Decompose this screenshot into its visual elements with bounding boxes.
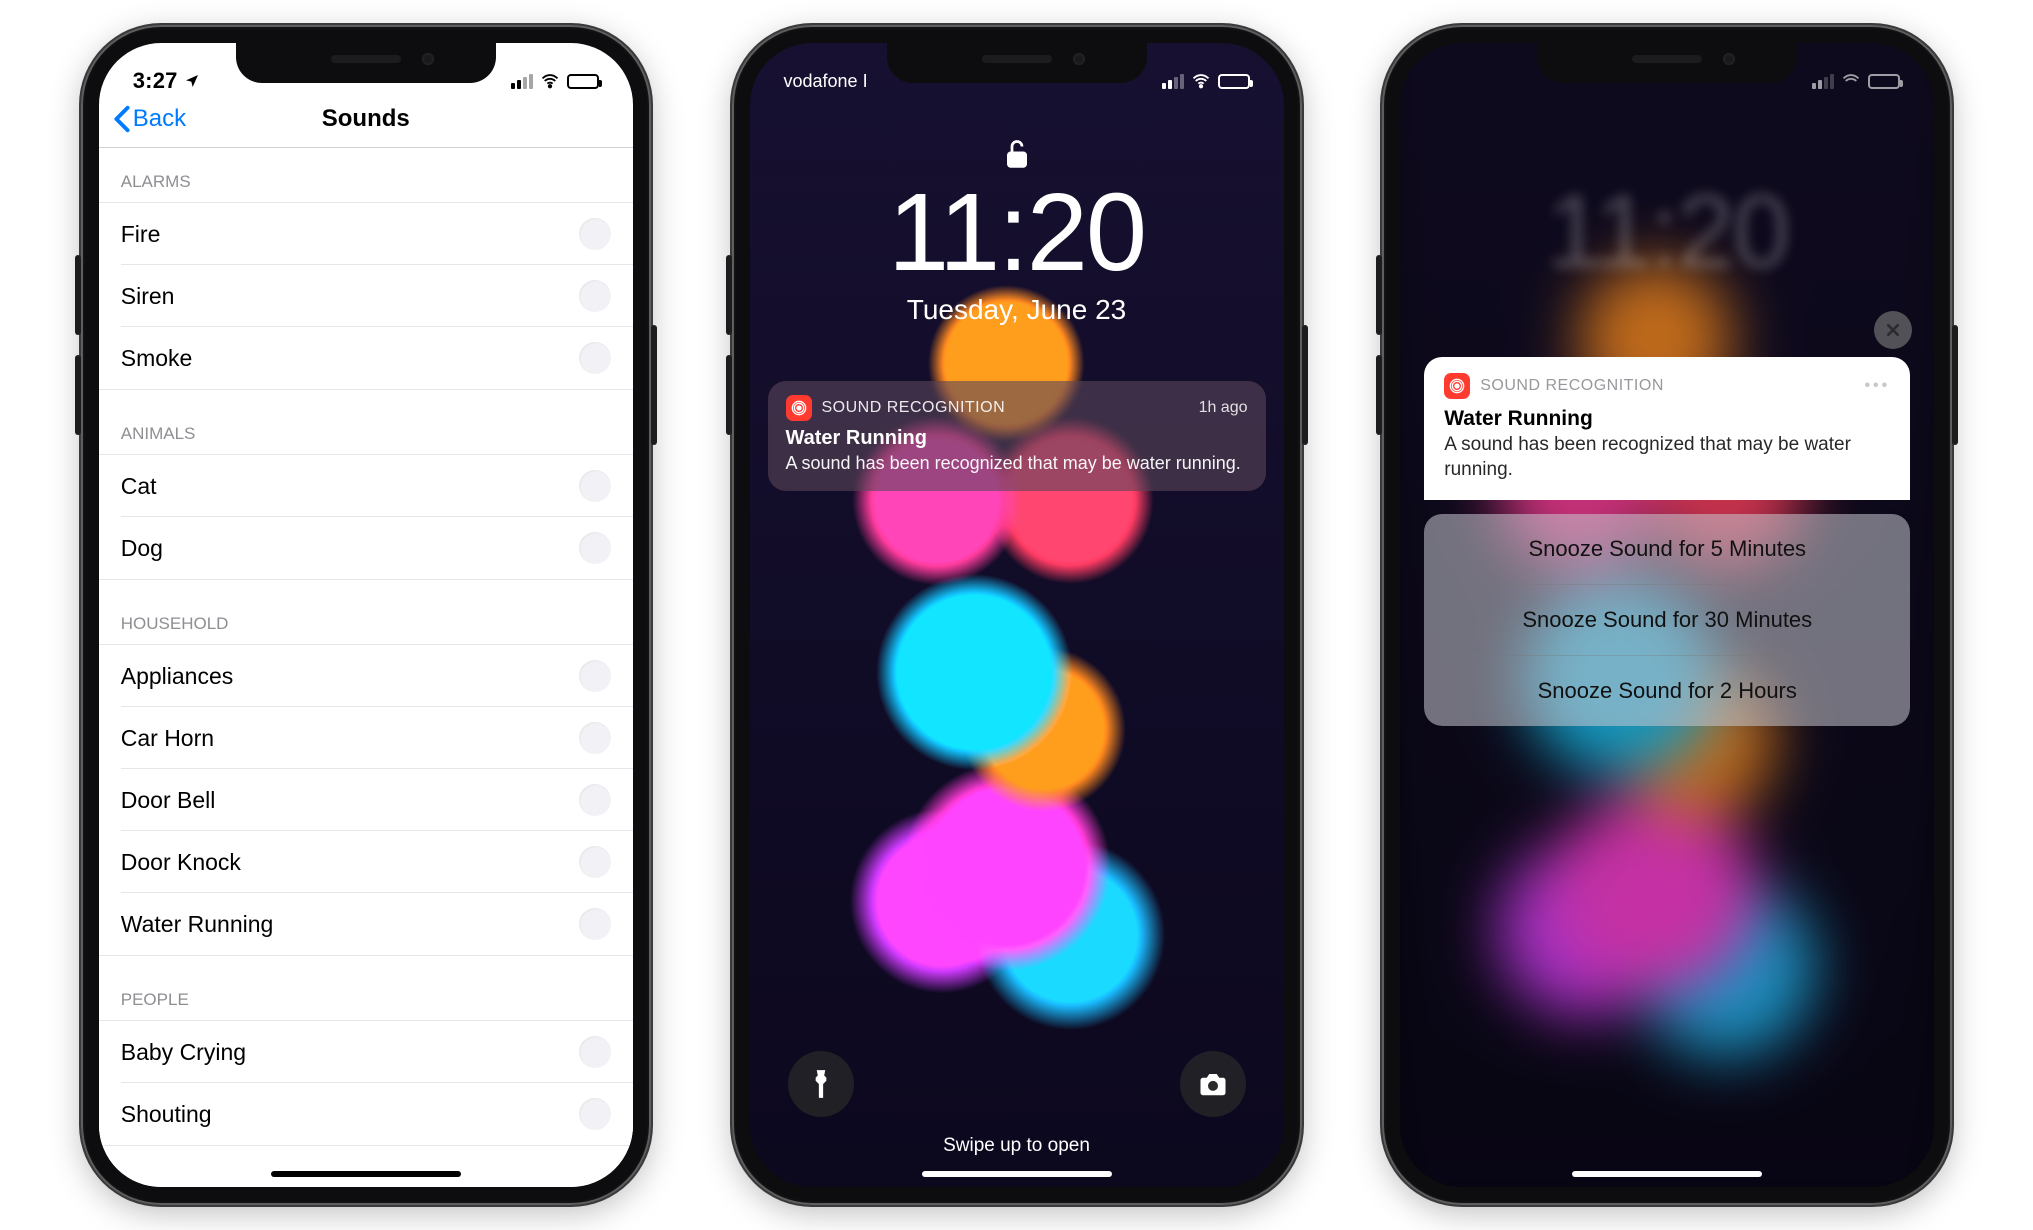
sound-row-siren[interactable]: Siren [99,265,633,327]
carrier-label: vodafone I [784,71,868,92]
wifi-icon [539,72,561,90]
notch [887,43,1147,83]
home-indicator[interactable] [271,1171,461,1177]
settings-list[interactable]: ALARMS Fire Siren Smoke ANIMALS Cat Dog … [99,148,633,1187]
radio-unselected[interactable] [579,784,611,816]
notification-timestamp: 1h ago [1199,399,1248,417]
radio-unselected[interactable] [579,532,611,564]
sound-row-door-knock[interactable]: Door Knock [99,831,633,893]
radio-unselected[interactable] [579,470,611,502]
notch [1537,43,1797,83]
radio-unselected[interactable] [579,280,611,312]
section-header-people: PEOPLE [99,956,633,1020]
notification-app-name: SOUND RECOGNITION [822,399,1006,417]
wifi-icon [1840,72,1862,90]
battery-icon [1868,74,1900,89]
notification-title: Water Running [786,427,1248,450]
phone-frame-notification-expanded: 11:20 SOUND RECOGNITION ••• Water Runnin… [1382,25,1952,1205]
cell-signal-icon [511,74,533,89]
sound-row-dog[interactable]: Dog [99,517,633,579]
phone-frame-lockscreen: vodafone I 11:20 Tuesday, June 23 [732,25,1302,1205]
cell-signal-icon [1162,74,1184,89]
section-header-alarms: ALARMS [99,148,633,202]
lock-time-background: 11:20 [1400,173,1934,292]
swipe-hint: Swipe up to open [943,1135,1090,1157]
section-header-household: HOUSEHOLD [99,580,633,644]
location-icon [184,73,200,89]
sound-row-baby-crying[interactable]: Baby Crying [99,1021,633,1083]
radio-unselected[interactable] [579,342,611,374]
snooze-2-hours-button[interactable]: Snooze Sound for 2 Hours [1424,656,1910,726]
radio-unselected[interactable] [579,722,611,754]
notification-header: SOUND RECOGNITION 1h ago [786,395,1248,421]
notification-expanded: SOUND RECOGNITION ••• Water Running A so… [1424,357,1910,726]
lock-actions [750,1051,1284,1117]
back-button[interactable]: Back [113,105,186,133]
notification-app-name: SOUND RECOGNITION [1480,377,1664,395]
close-button[interactable] [1874,311,1912,349]
screen-lockscreen: vodafone I 11:20 Tuesday, June 23 [750,43,1284,1187]
section-header-animals: ANIMALS [99,390,633,454]
lock-time: 11:20 [888,178,1145,288]
camera-button[interactable] [1180,1051,1246,1117]
cell-signal-icon [1812,74,1834,89]
sound-row-cat[interactable]: Cat [99,455,633,517]
notification-body: A sound has been recognized that may be … [786,452,1248,475]
lock-center: 11:20 Tuesday, June 23 [750,43,1284,1187]
snooze-5-min-button[interactable]: Snooze Sound for 5 Minutes [1424,514,1910,585]
notch [236,43,496,83]
screen-notification-expanded: 11:20 SOUND RECOGNITION ••• Water Runnin… [1400,43,1934,1187]
notification-title: Water Running [1444,407,1890,431]
radio-unselected[interactable] [579,908,611,940]
status-time: 3:27 [133,68,178,94]
page-title: Sounds [322,105,410,133]
sound-recognition-app-icon [1444,373,1470,399]
wifi-icon [1190,72,1212,90]
sound-row-fire[interactable]: Fire [99,203,633,265]
back-label: Back [133,105,186,133]
radio-unselected[interactable] [579,1036,611,1068]
sound-row-door-bell[interactable]: Door Bell [99,769,633,831]
lock-date: Tuesday, June 23 [907,294,1126,326]
home-indicator[interactable] [922,1171,1112,1177]
sound-row-car-horn[interactable]: Car Horn [99,707,633,769]
radio-unselected[interactable] [579,218,611,250]
notification-card[interactable]: SOUND RECOGNITION 1h ago Water Running A… [768,381,1266,491]
sound-recognition-app-icon [786,395,812,421]
battery-icon [1218,74,1250,89]
notification-body: A sound has been recognized that may be … [1444,433,1890,482]
sound-row-water-running[interactable]: Water Running [99,893,633,955]
radio-unselected[interactable] [579,660,611,692]
battery-icon [567,74,599,89]
flashlight-button[interactable] [788,1051,854,1117]
home-indicator[interactable] [1572,1171,1762,1177]
sound-row-smoke[interactable]: Smoke [99,327,633,389]
notification-card[interactable]: SOUND RECOGNITION ••• Water Running A so… [1424,357,1910,500]
more-icon[interactable]: ••• [1864,377,1890,395]
notification-header: SOUND RECOGNITION ••• [1444,373,1890,399]
notification-actions: Snooze Sound for 5 Minutes Snooze Sound … [1424,514,1910,726]
sound-row-appliances[interactable]: Appliances [99,645,633,707]
screen-settings: 3:27 Back Sounds ALARMS [99,43,633,1187]
snooze-30-min-button[interactable]: Snooze Sound for 30 Minutes [1424,585,1910,656]
sound-row-shouting[interactable]: Shouting [99,1083,633,1145]
radio-unselected[interactable] [579,1098,611,1130]
phone-frame-settings: 3:27 Back Sounds ALARMS [81,25,651,1205]
radio-unselected[interactable] [579,846,611,878]
